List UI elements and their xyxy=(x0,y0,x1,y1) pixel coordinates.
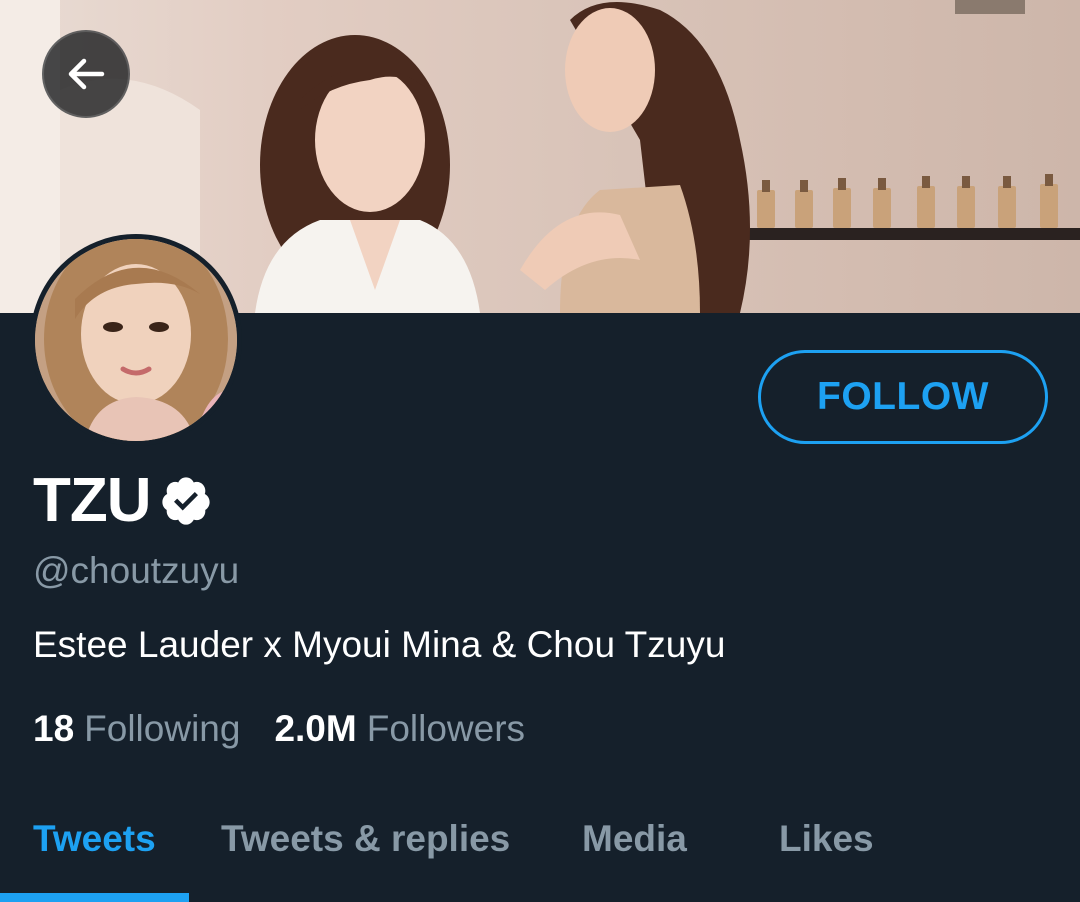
avatar-photo xyxy=(35,239,237,441)
tab-tweets[interactable]: Tweets xyxy=(33,800,156,902)
back-button[interactable] xyxy=(42,30,130,118)
followers-label: Followers xyxy=(366,708,526,749)
tab-likes[interactable]: Likes xyxy=(779,800,874,902)
following-stat[interactable]: 18 Following xyxy=(33,706,240,752)
tab-media[interactable]: Media xyxy=(582,800,687,902)
profile-stats: 18 Following 2.0M Followers xyxy=(33,706,525,752)
profile-name-row: TZU xyxy=(33,466,213,536)
verified-badge-icon xyxy=(159,474,213,528)
followers-count: 2.0M xyxy=(274,708,357,749)
follow-button[interactable]: FOLLOW xyxy=(758,350,1048,444)
profile-name: TZU xyxy=(33,466,152,535)
profile-tabs: Tweets Tweets & replies Media Likes xyxy=(0,800,1080,902)
following-count: 18 xyxy=(33,708,75,749)
profile-handle: @choutzuyu xyxy=(33,550,240,591)
avatar[interactable] xyxy=(30,234,242,446)
followers-stat[interactable]: 2.0M Followers xyxy=(274,706,525,752)
active-tab-indicator xyxy=(0,893,189,902)
following-label: Following xyxy=(84,708,241,749)
tab-tweets-and-replies[interactable]: Tweets & replies xyxy=(221,800,510,902)
profile-bio: Estee Lauder x Myoui Mina & Chou Tzuyu xyxy=(33,624,726,665)
arrow-left-icon xyxy=(68,58,105,90)
